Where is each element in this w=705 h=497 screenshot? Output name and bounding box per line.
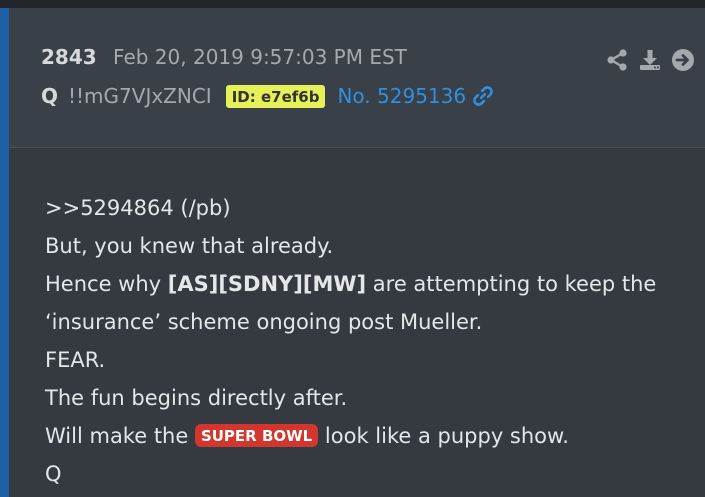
body-text: Hence why	[45, 272, 168, 296]
link-icon[interactable]	[472, 85, 494, 107]
body-text: Will make the	[45, 424, 195, 448]
arrow-right-circle-icon[interactable]	[671, 48, 695, 72]
reply-reference[interactable]: >>5294864 (/pb)	[45, 189, 656, 227]
post-meta-row: 2843 Feb 20, 2019 9:57:03 PM EST	[41, 45, 407, 69]
body-line: ‘insurance’ scheme ongoing post Mueller.	[45, 310, 483, 334]
post-tripcode: !!mG7VJxZNCI	[68, 84, 212, 108]
post-author-row: Q !!mG7VJxZNCI ID: e7ef6b No. 5295136	[41, 84, 494, 108]
body-line: But, you knew that already.	[45, 234, 334, 258]
body-text: look like a puppy show.	[318, 424, 569, 448]
id-badge[interactable]: ID: e7ef6b	[225, 84, 326, 108]
body-line: FEAR.	[45, 348, 106, 372]
body-line: The fun begins directly after.	[45, 386, 348, 410]
post-author: Q	[41, 84, 59, 108]
post-body: >>5294864 (/pb) But, you knew that alrea…	[45, 189, 656, 493]
post-card: 2843 Feb 20, 2019 9:57:03 PM EST Q !!mG7…	[0, 0, 705, 497]
body-line: Hence why [AS][SDNY][MW] are attempting …	[45, 265, 656, 303]
bold-text: [AS][SDNY][MW]	[167, 272, 367, 296]
post-accent-bar	[0, 8, 9, 497]
post-number: 2843	[41, 45, 97, 69]
share-icon[interactable]	[605, 48, 629, 72]
download-icon[interactable]	[638, 48, 662, 72]
post-number-link[interactable]: No. 5295136	[337, 84, 466, 108]
post-toolbar	[605, 48, 695, 72]
post-date: Feb 20, 2019 9:57:03 PM EST	[113, 45, 407, 69]
signature: Q	[45, 462, 62, 486]
body-text: are attempting to keep the	[366, 272, 657, 296]
post-header: 2843 Feb 20, 2019 9:57:03 PM EST Q !!mG7…	[9, 8, 705, 148]
body-line: Will make the SUPER BOWL look like a pup…	[45, 417, 656, 455]
super-bowl-badge: SUPER BOWL	[194, 424, 319, 447]
